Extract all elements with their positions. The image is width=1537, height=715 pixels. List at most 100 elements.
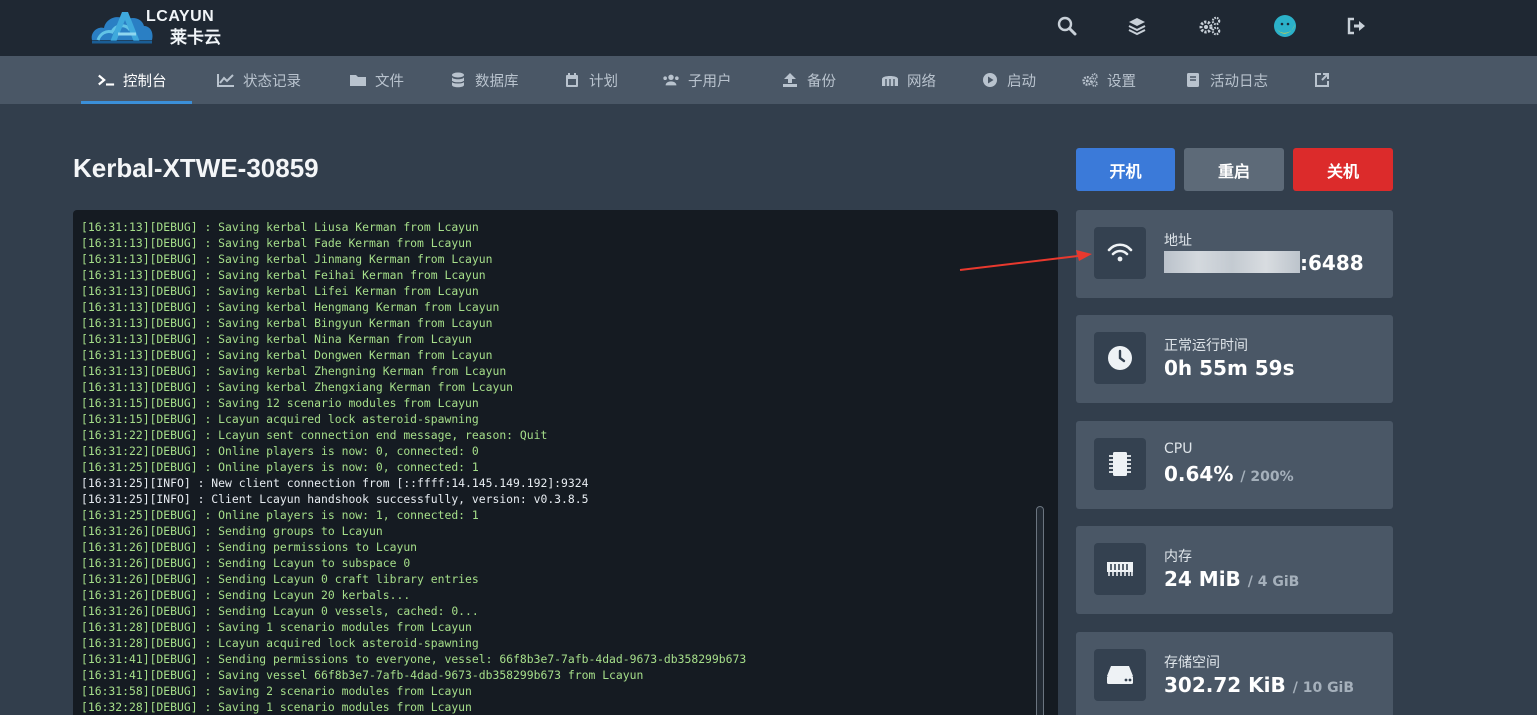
redacted-ip — [1164, 251, 1300, 273]
console-lines: [16:31:13][DEBUG] : Saving kerbal Liusa … — [81, 219, 1031, 715]
tab-files-label: 文件 — [375, 73, 404, 90]
tab-subusers[interactable]: 子用户 — [662, 56, 732, 104]
tab-backups-label: 备份 — [807, 73, 836, 90]
console-line: [16:31:41][DEBUG] : Saving vessel 66f8b3… — [81, 668, 644, 682]
logout-icon[interactable] — [1343, 12, 1371, 40]
uptime-card: 正常运行时间 0h 55m 59s — [1076, 315, 1393, 403]
console-line: [16:31:13][DEBUG] : Saving kerbal Feihai… — [81, 268, 486, 282]
cpu-usage: 0.64% — [1164, 462, 1234, 486]
brand-name-cn: 莱卡云 — [170, 28, 221, 48]
layers-icon[interactable] — [1123, 12, 1151, 40]
annotation-arrow-icon — [959, 250, 1092, 271]
calendar-icon — [563, 72, 581, 88]
console-line: [16:31:26][DEBUG] : Sending permissions … — [81, 540, 418, 554]
console-line: [16:31:13][DEBUG] : Saving kerbal Dongwe… — [81, 348, 493, 362]
disk-card: 存储空间 302.72 KiB / 10 GiB — [1076, 632, 1393, 715]
memory-limit: / 4 GiB — [1247, 574, 1300, 590]
console-line: [16:32:28][DEBUG] : Saving 1 scenario mo… — [81, 700, 472, 714]
memory-card: 内存 24 MiB / 4 GiB — [1076, 526, 1393, 614]
console-line: [16:31:22][DEBUG] : Lcayun sent connecti… — [81, 428, 548, 442]
book-icon — [1184, 72, 1202, 88]
tab-subusers-label: 子用户 — [688, 73, 732, 90]
tab-stats-label: 状态记录 — [243, 73, 301, 90]
active-tab-indicator — [81, 101, 192, 104]
hard-drive-icon — [1094, 649, 1146, 701]
tab-settings[interactable]: 设置 — [1081, 56, 1136, 104]
tab-stats[interactable]: 状态记录 — [217, 56, 301, 104]
users-icon — [662, 72, 680, 88]
console-line: [16:31:13][DEBUG] : Saving kerbal Jinman… — [81, 252, 493, 266]
network-icon — [881, 72, 899, 88]
console-line: [16:31:13][DEBUG] : Saving kerbal Zhengn… — [81, 364, 507, 378]
console-line: [16:31:41][DEBUG] : Sending permissions … — [81, 652, 747, 666]
external-link-icon — [1313, 72, 1331, 88]
cogs-icon[interactable] — [1196, 12, 1224, 40]
avatar[interactable] — [1271, 12, 1299, 40]
tab-network-label: 网络 — [907, 73, 936, 90]
tab-external-link[interactable] — [1313, 56, 1331, 104]
cpu-value: 0.64% / 200% — [1164, 462, 1294, 486]
server-title: Kerbal-XTWE-30859 — [73, 153, 319, 183]
tab-startup[interactable]: 启动 — [981, 56, 1036, 104]
console-line: [16:31:13][DEBUG] : Saving kerbal Lifei … — [81, 284, 479, 298]
memory-value: 24 MiB / 4 GiB — [1164, 567, 1299, 591]
restart-button[interactable]: 重启 — [1184, 148, 1284, 191]
console-line: [16:31:15][DEBUG] : Lcayun acquired lock… — [81, 412, 479, 426]
tab-backups[interactable]: 备份 — [781, 56, 836, 104]
console-line: [16:31:13][DEBUG] : Saving kerbal Zhengx… — [81, 380, 514, 394]
tab-activity-log-label: 活动日志 — [1210, 73, 1268, 90]
disk-usage: 302.72 KiB — [1164, 673, 1286, 697]
address-label: 地址 — [1164, 233, 1192, 249]
console-line: [16:31:13][DEBUG] : Saving kerbal Hengma… — [81, 300, 500, 314]
tab-settings-label: 设置 — [1107, 73, 1136, 90]
tab-database[interactable]: 数据库 — [449, 56, 519, 104]
console-line: [16:31:26][DEBUG] : Sending Lcayun 0 cra… — [81, 572, 479, 586]
disk-label: 存储空间 — [1164, 655, 1220, 671]
tab-console-label: 控制台 — [123, 73, 167, 90]
address-value[interactable]: :6488 — [1164, 251, 1364, 275]
tab-schedule-label: 计划 — [589, 73, 618, 90]
console-line: [16:31:26][DEBUG] : Sending Lcayun to su… — [81, 556, 411, 570]
uptime-label: 正常运行时间 — [1164, 338, 1248, 354]
console-line: [16:31:25][DEBUG] : Online players is no… — [81, 460, 479, 474]
console-line: [16:31:15][DEBUG] : Saving 12 scenario m… — [81, 396, 479, 410]
tab-database-label: 数据库 — [475, 73, 519, 90]
disk-limit: / 10 GiB — [1292, 680, 1355, 696]
server-nav: 控制台 状态记录 文件 数据库 计划 子用户 备份 网络 启动 设置 活动日志 — [0, 56, 1537, 104]
upload-icon — [781, 72, 799, 88]
tab-files[interactable]: 文件 — [349, 56, 404, 104]
address-port: :6488 — [1300, 251, 1364, 275]
console-line: [16:31:13][DEBUG] : Saving kerbal Liusa … — [81, 220, 479, 234]
console-line: [16:31:25][DEBUG] : Online players is no… — [81, 508, 479, 522]
address-card[interactable]: 地址 :6488 — [1076, 210, 1393, 298]
database-icon — [449, 72, 467, 88]
brand-logo[interactable]: LCAYUN 莱卡云 — [88, 4, 238, 48]
console-line: [16:31:26][DEBUG] : Sending Lcayun 20 ke… — [81, 588, 411, 602]
tab-schedule[interactable]: 计划 — [563, 56, 618, 104]
cogs-icon — [1081, 72, 1099, 88]
tab-activity-log[interactable]: 活动日志 — [1184, 56, 1268, 104]
console-scrollbar[interactable] — [1036, 506, 1044, 715]
memory-icon — [1094, 543, 1146, 595]
tab-console[interactable]: 控制台 — [97, 56, 167, 104]
console-output[interactable]: [16:31:13][DEBUG] : Saving kerbal Liusa … — [73, 210, 1058, 715]
console-line: [16:31:25][INFO] : New client connection… — [81, 476, 589, 490]
tab-network[interactable]: 网络 — [881, 56, 936, 104]
console-line: [16:31:25][INFO] : Client Lcayun handsho… — [81, 492, 589, 506]
cpu-label: CPU — [1164, 441, 1193, 457]
chart-icon — [217, 72, 235, 88]
console-line: [16:31:26][DEBUG] : Sending Lcayun 0 ves… — [81, 604, 479, 618]
console-line: [16:31:13][DEBUG] : Saving kerbal Fade K… — [81, 236, 472, 250]
stop-button[interactable]: 关机 — [1293, 148, 1393, 191]
memory-usage: 24 MiB — [1164, 567, 1241, 591]
console-line: [16:31:58][DEBUG] : Saving 2 scenario mo… — [81, 684, 472, 698]
folder-icon — [349, 72, 367, 88]
uptime-value: 0h 55m 59s — [1164, 356, 1295, 380]
cpu-card: CPU 0.64% / 200% — [1076, 421, 1393, 509]
start-button[interactable]: 开机 — [1076, 148, 1175, 191]
search-icon[interactable] — [1053, 12, 1081, 40]
console-line: [16:31:22][DEBUG] : Online players is no… — [81, 444, 479, 458]
console-line: [16:31:28][DEBUG] : Saving 1 scenario mo… — [81, 620, 472, 634]
cpu-limit: / 200% — [1240, 469, 1294, 485]
tab-startup-label: 启动 — [1007, 73, 1036, 90]
